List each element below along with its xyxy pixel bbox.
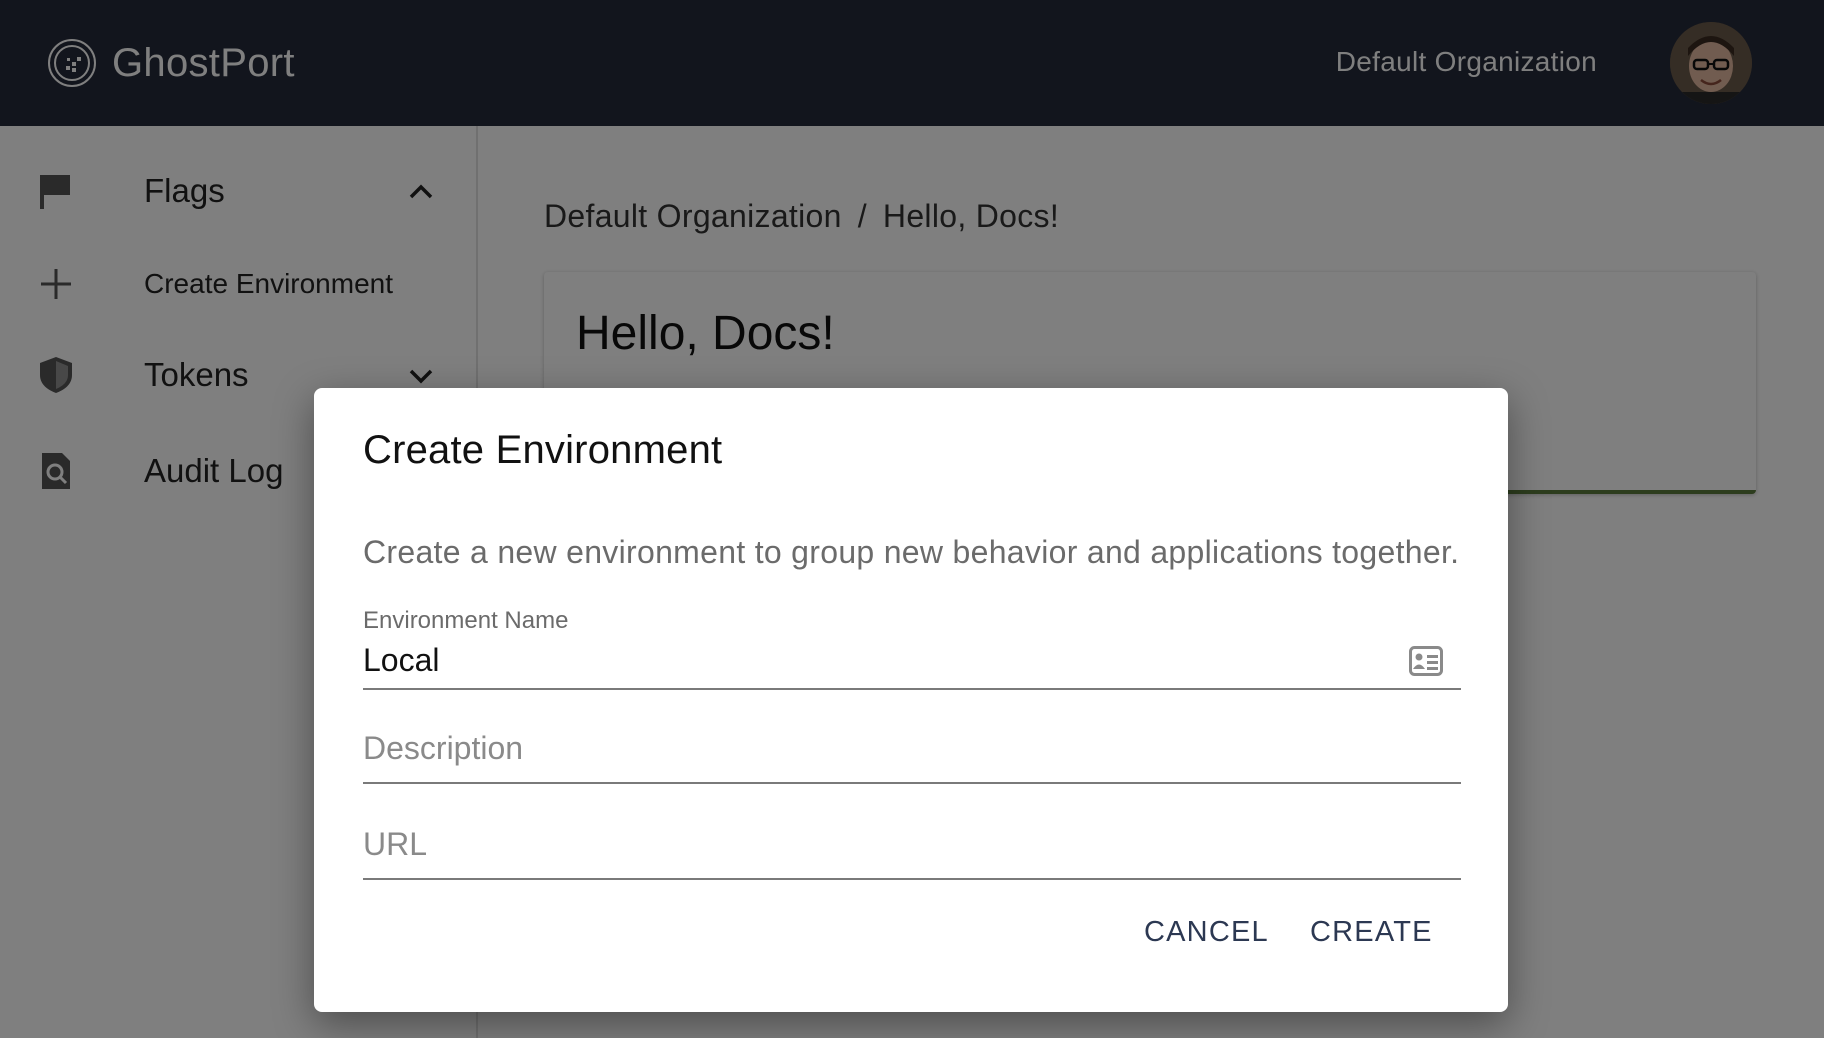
url-input[interactable] — [363, 822, 1363, 866]
create-environment-dialog: Create Environment Create a new environm… — [314, 388, 1508, 1012]
environment-name-field: Environment Name — [363, 606, 1461, 690]
environment-name-label: Environment Name — [363, 607, 569, 634]
create-button[interactable]: CREATE — [1298, 904, 1445, 960]
url-field — [363, 802, 1461, 880]
dialog-description: Create a new environment to group new be… — [363, 534, 1460, 570]
contact-card-icon[interactable] — [1409, 646, 1443, 676]
description-field — [363, 706, 1461, 784]
description-input[interactable] — [363, 726, 1363, 770]
cancel-button[interactable]: CANCEL — [1132, 904, 1281, 960]
dialog-title: Create Environment — [363, 428, 723, 472]
environment-name-input[interactable] — [363, 638, 1363, 682]
